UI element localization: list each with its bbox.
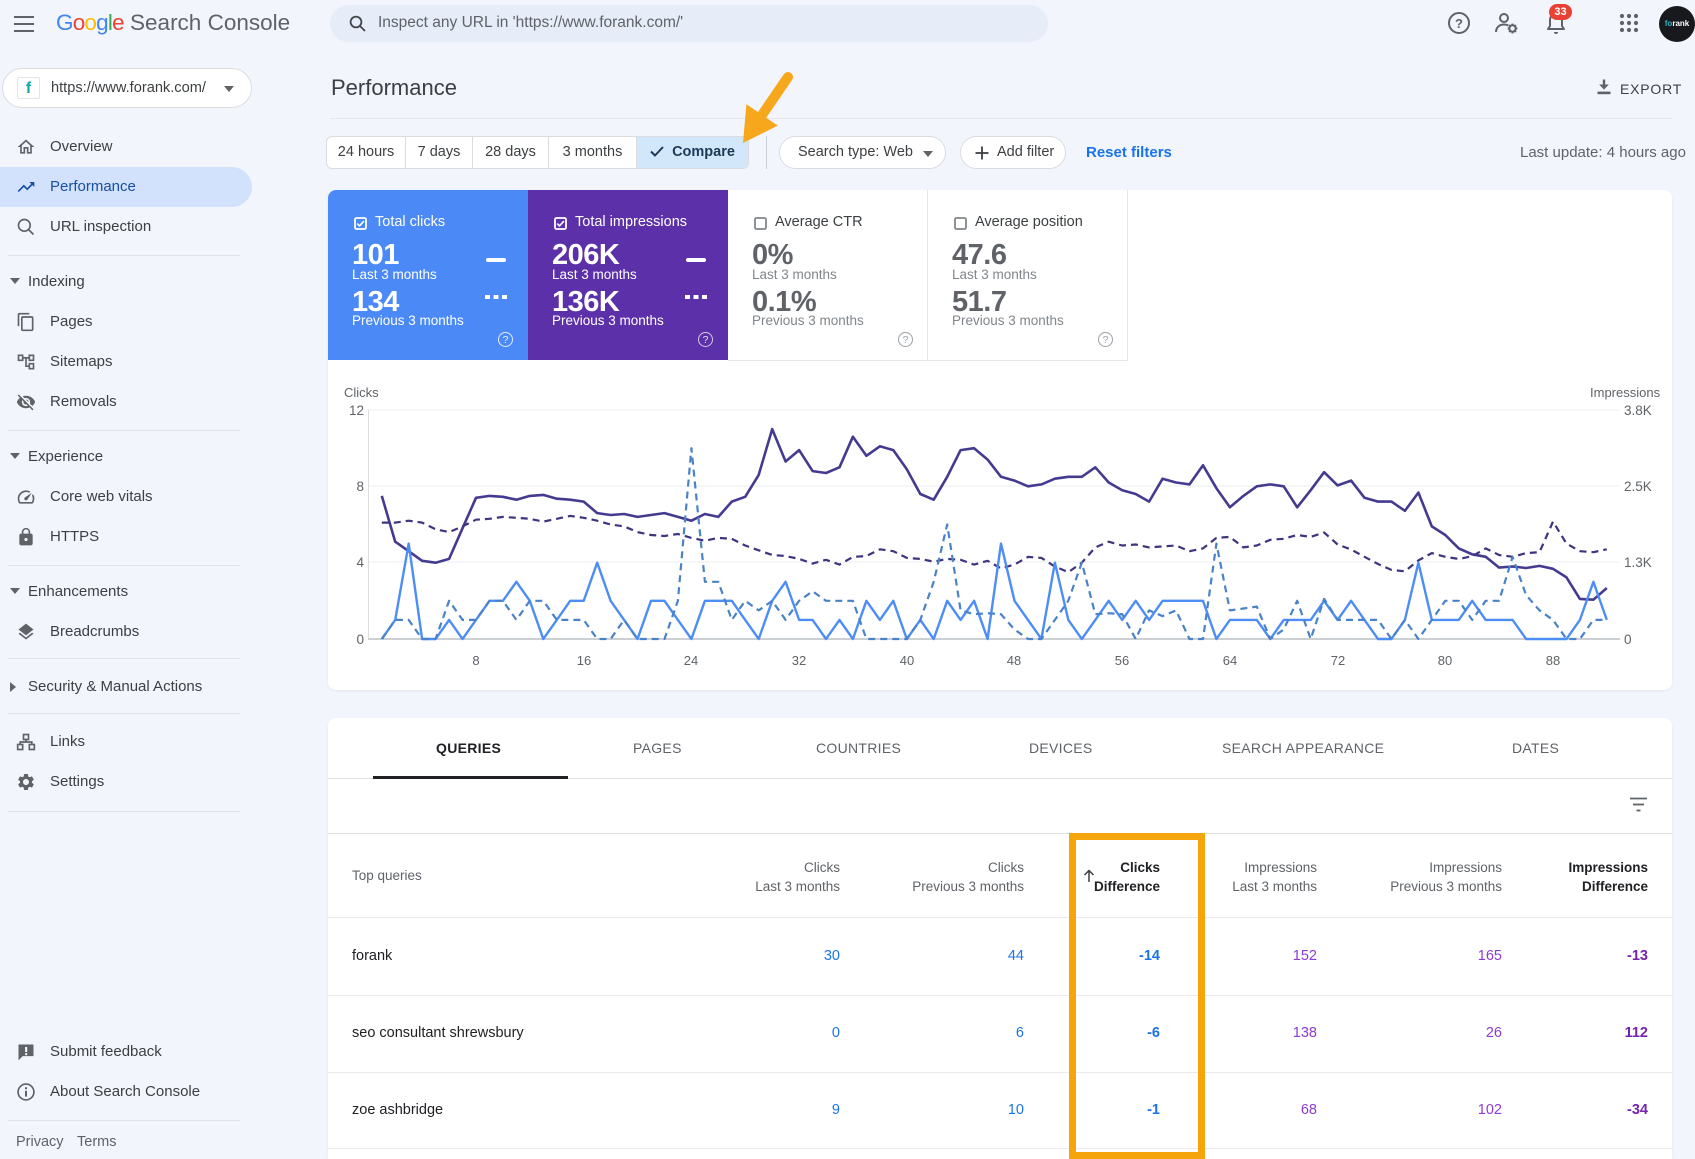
svg-text:?: ? bbox=[1455, 16, 1463, 31]
